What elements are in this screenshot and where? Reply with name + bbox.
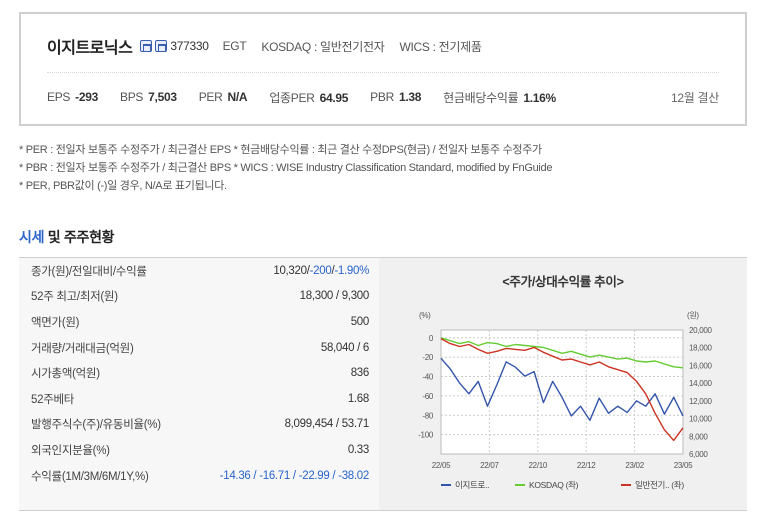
footnote-per: * PER : 전일자 보통주 수정주가 / 최근결산 EPS * 현금배당수익… bbox=[19, 144, 542, 156]
wics-sector: WICS : 전기제품 bbox=[399, 39, 482, 54]
metric-bps: BPS 7,503 bbox=[120, 90, 177, 104]
chart-panel: <주가/상대수익률 추이> 22/05 22/07 22/10 22/12 23/02 2… bbox=[379, 257, 747, 511]
row-value: -14.36 / -16.71 / -22.99 / -38.02 bbox=[219, 469, 370, 482]
x-tick-label: 22/10 bbox=[529, 461, 548, 470]
row-value: 8,099,454 / 53.71 bbox=[284, 418, 370, 431]
section-title: 시세 및 주주현황 bbox=[19, 229, 115, 245]
left-tick-label: -100 bbox=[418, 431, 434, 440]
right-tick-label: 14,000 bbox=[689, 379, 713, 388]
metric-per: PER N/A bbox=[198, 90, 248, 104]
right-tick-label: 10,000 bbox=[689, 415, 713, 424]
table-row: 52주베타 1.68 bbox=[19, 386, 379, 412]
legend-label: 이지트로.. bbox=[455, 480, 489, 490]
table-row: 거래량/거래대금(억원) 58,040 / 6 bbox=[19, 335, 379, 361]
right-tick-label: 16,000 bbox=[689, 361, 713, 370]
footnotes: * PER : 전일자 보통주 수정주가 / 최근결산 EPS * 현금배당수익… bbox=[19, 141, 553, 195]
x-tick-label: 23/02 bbox=[625, 461, 644, 470]
left-tick-label: -80 bbox=[422, 411, 434, 420]
settlement-month: 12월 결산 bbox=[670, 90, 719, 105]
metric-pbr: PBR 1.38 bbox=[370, 90, 422, 104]
row-label: 52주베타 bbox=[31, 393, 75, 406]
table-row: 수익률(1M/3M/6M/1Y,%) -14.36 / -16.71 / -22… bbox=[19, 463, 379, 489]
left-tick-label: -40 bbox=[422, 373, 434, 382]
x-tick-label: 22/05 bbox=[432, 461, 451, 470]
footnote-na: * PER, PBR값이 (-)일 경우, N/A로 표기됩니다. bbox=[19, 180, 227, 192]
footnote-pbr: * PBR : 전일자 보통주 수정주가 / 최근결산 BPS * WICS :… bbox=[19, 162, 553, 174]
row-value: 500 bbox=[350, 315, 370, 328]
x-tick-label: 23/05 bbox=[674, 461, 693, 470]
row-value: 10,320/-200/-1.90% bbox=[273, 264, 369, 277]
left-tick-label: -60 bbox=[422, 392, 434, 401]
row-value: 836 bbox=[350, 367, 370, 380]
home-icon[interactable] bbox=[155, 40, 168, 52]
metrics-row: EPS -293 BPS 7,503 PER N/A 업종PER 64.95 P… bbox=[47, 88, 719, 106]
row-value: 1.68 bbox=[347, 392, 369, 405]
row-label: 발행주식수(주)/유동비율(%) bbox=[31, 419, 161, 432]
stock-code: 377330 bbox=[170, 39, 209, 53]
table-row: 발행주식수(주)/유동비율(%) 8,099,454 / 53.71 bbox=[19, 412, 379, 438]
metric-dividend-yield: 현금배당수익률 1.16% bbox=[443, 90, 556, 105]
legend-label: 일반전기.. (좌) bbox=[635, 480, 684, 490]
table-row: 종가(원)/전일대비/수익률 10,320/-200/-1.90% bbox=[19, 258, 379, 284]
market-sector: KOSDAQ : 일반전기전자 bbox=[261, 39, 385, 54]
right-tick-label: 12,000 bbox=[689, 397, 713, 406]
left-tick-label: -20 bbox=[422, 353, 434, 362]
x-tick-label: 22/12 bbox=[577, 461, 596, 470]
right-tick-label: 18,000 bbox=[689, 344, 713, 353]
row-label: 종가(원)/전일대비/수익률 bbox=[31, 265, 147, 278]
building-icon[interactable] bbox=[140, 40, 153, 52]
table-row: 액면가(원) 500 bbox=[19, 309, 379, 335]
row-label: 수익률(1M/3M/6M/1Y,%) bbox=[31, 470, 149, 483]
price-relative-return-chart: 22/05 22/07 22/10 22/12 23/02 23/05 0 -20 -40 -60… bbox=[418, 311, 713, 490]
header-divider bbox=[47, 72, 719, 73]
left-unit-label: (%) bbox=[419, 311, 431, 320]
price-table: 종가(원)/전일대비/수익률 10,320/-200/-1.90% 52주 최고… bbox=[19, 257, 379, 511]
company-header: 이지트로닉스 377330 EGT KOSDAQ : 일반전기전자 WICS :… bbox=[47, 34, 482, 58]
legend-label: KOSDAQ (좌) bbox=[529, 480, 579, 490]
metric-industry-per: 업종PER 64.95 bbox=[269, 90, 349, 105]
right-unit-label: (원) bbox=[687, 311, 699, 320]
table-row: 시가총액(억원) 836 bbox=[19, 360, 379, 386]
row-label: 52주 최고/최저(원) bbox=[31, 291, 118, 304]
right-tick-label: 6,000 bbox=[689, 450, 708, 459]
row-label: 시가총액(억원) bbox=[31, 368, 100, 381]
stock-symbol: EGT bbox=[222, 39, 247, 53]
row-label: 거래량/거래대금(억원) bbox=[31, 342, 134, 355]
x-tick-label: 22/07 bbox=[480, 461, 499, 470]
left-tick-label: 0 bbox=[429, 334, 434, 343]
right-tick-label: 20,000 bbox=[689, 326, 713, 335]
row-value: 18,300 / 9,300 bbox=[299, 290, 370, 303]
row-label: 액면가(원) bbox=[31, 316, 80, 329]
right-tick-label: 8,000 bbox=[689, 432, 708, 441]
table-row: 52주 최고/최저(원) 18,300 / 9,300 bbox=[19, 284, 379, 310]
company-name: 이지트로닉스 bbox=[47, 40, 133, 57]
company-summary-card: 이지트로닉스 377330 EGT KOSDAQ : 일반전기전자 WICS :… bbox=[19, 12, 747, 126]
table-row: 외국인지분율(%) 0.33 bbox=[19, 437, 379, 463]
metric-eps: EPS -293 bbox=[47, 90, 98, 104]
row-label: 외국인지분율(%) bbox=[31, 444, 110, 457]
row-value: 0.33 bbox=[347, 443, 369, 456]
row-value: 58,040 / 6 bbox=[320, 341, 369, 354]
